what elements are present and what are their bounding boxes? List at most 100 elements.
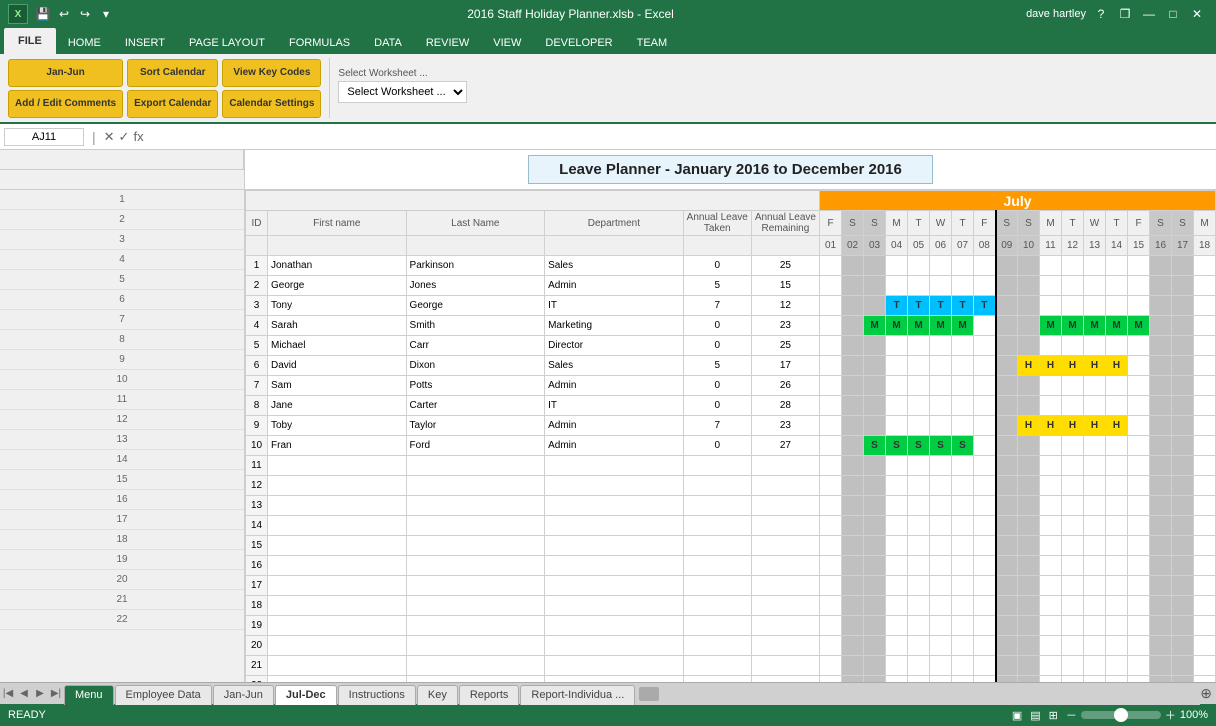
empty-cell-12-12: [1084, 476, 1106, 496]
cell-1-8: [996, 276, 1018, 296]
sheet-tab-7[interactable]: Report-Individua ...: [520, 685, 635, 705]
restore-button[interactable]: ❐: [1114, 5, 1136, 23]
save-qa-icon[interactable]: 💾: [34, 5, 52, 23]
tab-page-layout[interactable]: PAGE LAYOUT: [177, 32, 277, 54]
redo-qa-icon[interactable]: ↪: [76, 5, 94, 23]
tab-nav-last[interactable]: ▶|: [48, 686, 64, 702]
cell-8-14: [1128, 416, 1150, 436]
view-key-codes-button[interactable]: View Key Codes: [222, 59, 321, 87]
tab-nav-next[interactable]: ▶: [32, 686, 48, 702]
sheet-tab-1[interactable]: Employee Data: [115, 685, 212, 705]
empty-cell-22-17: [1194, 676, 1216, 683]
tab-insert[interactable]: INSERT: [113, 32, 177, 54]
sheet-tab-5[interactable]: Key: [417, 685, 458, 705]
cell-5-9: H: [1018, 356, 1040, 376]
maximize-button[interactable]: □: [1162, 5, 1184, 23]
cell-5-5: [930, 356, 952, 376]
sheet-tab-6[interactable]: Reports: [459, 685, 520, 705]
ribbon-group-2: Sort Calendar Export Calendar: [127, 59, 218, 118]
help-button[interactable]: ?: [1090, 5, 1112, 23]
minimize-button[interactable]: —: [1138, 5, 1160, 23]
export-calendar-button[interactable]: Export Calendar: [127, 90, 218, 118]
tab-view[interactable]: VIEW: [481, 32, 533, 54]
view-normal-icon[interactable]: ▣: [1012, 709, 1022, 722]
confirm-formula-icon[interactable]: ✓: [119, 129, 130, 145]
empty-cell-12-7: [974, 476, 996, 496]
add-edit-comments-button[interactable]: Add / Edit Comments: [8, 90, 123, 118]
user-name: dave hartley: [1026, 8, 1086, 20]
cell-id-2: 3: [246, 296, 268, 316]
cell-9-0: [820, 436, 842, 456]
tab-data[interactable]: DATA: [362, 32, 414, 54]
tab-nav-prev[interactable]: ◀: [16, 686, 32, 702]
empty-col-20-5: [751, 636, 819, 656]
tab-review[interactable]: REVIEW: [414, 32, 481, 54]
scrollbar-area[interactable]: [635, 683, 1200, 705]
empty-cell-16-12: [1084, 556, 1106, 576]
formula-input[interactable]: [148, 129, 1212, 145]
sort-calendar-button[interactable]: Sort Calendar: [127, 59, 218, 87]
empty-col-12-3: [545, 476, 684, 496]
tab-home[interactable]: HOME: [56, 32, 113, 54]
name-box[interactable]: [4, 128, 84, 146]
cell-6-15: [1150, 376, 1172, 396]
empty-cell-21-16: [1172, 656, 1194, 676]
calendar-settings-button[interactable]: Calendar Settings: [222, 90, 321, 118]
cell-1-2: [864, 276, 886, 296]
sheet-tab-0[interactable]: Menu: [64, 685, 114, 705]
empty-cell-16-8: [996, 556, 1018, 576]
zoom-slider[interactable]: [1081, 711, 1161, 719]
cell-9-17: [1194, 436, 1216, 456]
scrollbar-thumb[interactable]: [639, 687, 659, 701]
view-layout-icon[interactable]: ▤: [1030, 709, 1040, 722]
undo-qa-icon[interactable]: ↩: [55, 5, 73, 23]
tab-nav-first[interactable]: |◀: [0, 686, 16, 702]
cell-6-1: [842, 376, 864, 396]
zoom-slider-thumb[interactable]: [1114, 708, 1128, 722]
close-button[interactable]: ✕: [1186, 5, 1208, 23]
sheet-tab-2[interactable]: Jan-Jun: [213, 685, 274, 705]
add-sheet-area: ⊕: [1200, 685, 1216, 702]
cell-5-2: [864, 356, 886, 376]
tab-team[interactable]: TEAM: [625, 32, 680, 54]
ribbon-group-3: View Key Codes Calendar Settings: [222, 59, 321, 118]
cell-4-12: [1084, 336, 1106, 356]
empty-cell-13-14: [1128, 496, 1150, 516]
empty-cell-20-16: [1172, 636, 1194, 656]
tab-formulas[interactable]: FORMULAS: [277, 32, 362, 54]
cell-8-17: [1194, 416, 1216, 436]
grid-scroll-area[interactable]: July IDFirst nameLast NameDepartmentAnnu…: [245, 190, 1216, 682]
empty-cell-14-12: [1084, 516, 1106, 536]
status-bar: READY ▣ ▤ ⊞ － ＋ 100%: [0, 704, 1216, 726]
cell-2-4: T: [908, 296, 930, 316]
cell-2-7: T: [974, 296, 996, 316]
zoom-in-icon[interactable]: ＋: [1165, 707, 1176, 723]
add-sheet-icon[interactable]: ⊕: [1200, 685, 1212, 702]
cell-first-1: George: [268, 276, 407, 296]
empty-cell-19-2: [864, 616, 886, 636]
view-page-break-icon[interactable]: ⊞: [1049, 709, 1058, 722]
cell-1-14: [1128, 276, 1150, 296]
jan-jun-button[interactable]: Jan-Jun: [8, 59, 123, 87]
tab-developer[interactable]: DEVELOPER: [533, 32, 624, 54]
cell-1-5: [930, 276, 952, 296]
customize-qa-icon[interactable]: ▾: [97, 5, 115, 23]
sheet-tabs-container: MenuEmployee DataJan-JunJul-DecInstructi…: [64, 683, 635, 705]
cancel-formula-icon[interactable]: ✕: [104, 129, 115, 145]
empty-cell-21-6: [952, 656, 974, 676]
empty-col-13-2: [406, 496, 545, 516]
date-empty-3: [545, 236, 684, 256]
sheet-tab-3[interactable]: Jul-Dec: [275, 685, 337, 705]
insert-function-icon[interactable]: fx: [133, 129, 143, 145]
cell-6-14: [1128, 376, 1150, 396]
empty-cell-22-16: [1172, 676, 1194, 683]
select-worksheet-dropdown[interactable]: Select Worksheet ...: [338, 81, 467, 103]
empty-cell-15-2: [864, 536, 886, 556]
cell-3-1: [842, 316, 864, 336]
cell-3-11: M: [1062, 316, 1084, 336]
sheet-tab-4[interactable]: Instructions: [338, 685, 416, 705]
zoom-out-icon[interactable]: －: [1066, 707, 1077, 723]
tab-file[interactable]: FILE: [4, 28, 56, 54]
empty-cell-20-1: [842, 636, 864, 656]
empty-cell-18-12: [1084, 596, 1106, 616]
